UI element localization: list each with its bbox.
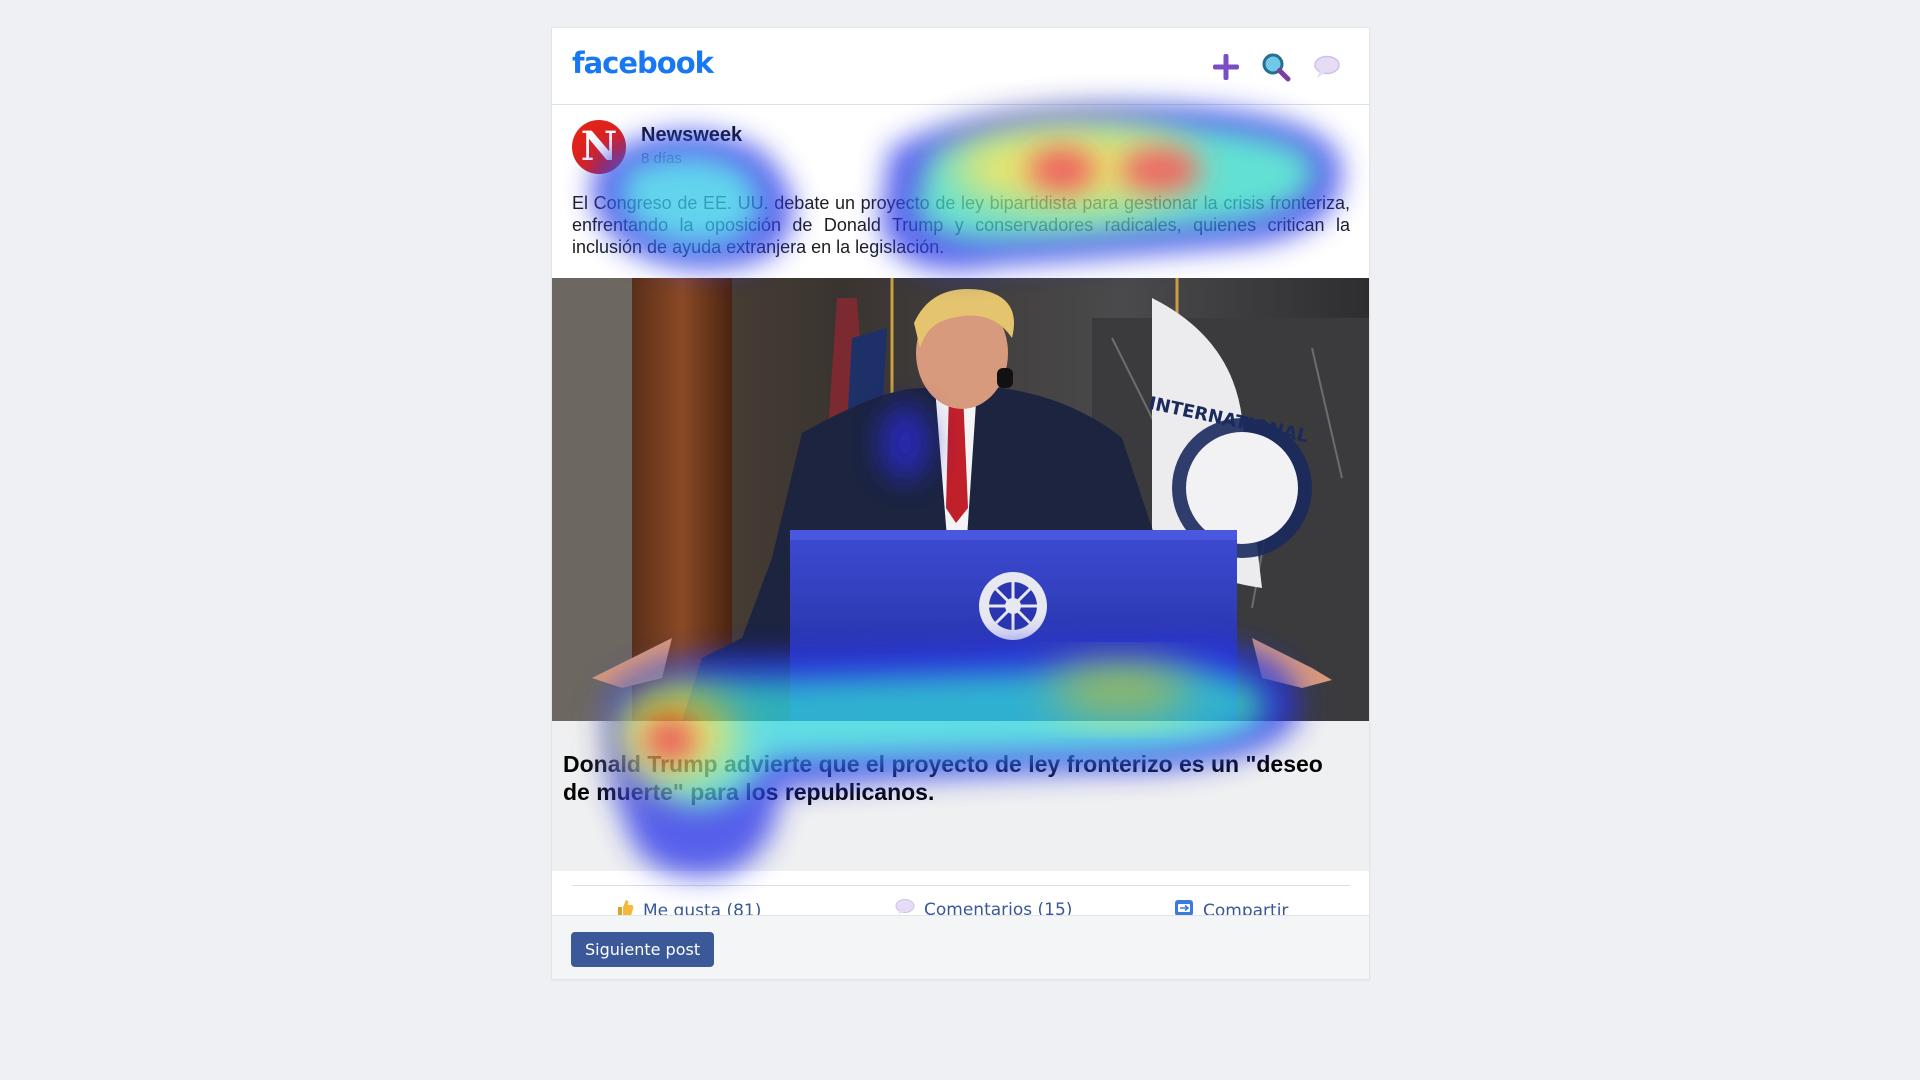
link-headline[interactable]: Donald Trump advierte que el proyecto de… [563, 750, 1323, 806]
post-card: facebook N Newsweek 8 días El Congreso d… [551, 27, 1370, 980]
post-time: 8 días [641, 150, 682, 167]
plus-icon[interactable] [1211, 52, 1241, 82]
next-post-button[interactable]: Siguiente post [571, 932, 715, 967]
post-header: N Newsweek 8 días [572, 120, 1352, 180]
post-photo[interactable]: INTERNATIONAL [552, 278, 1369, 721]
post-text: El Congreso de EE. UU. debate un proyect… [572, 193, 1350, 257]
chat-bubble-icon[interactable] [1312, 52, 1342, 82]
post-footer: Siguiente post [552, 915, 1369, 979]
avatar[interactable]: N [572, 120, 626, 174]
search-icon[interactable] [1261, 52, 1291, 82]
facebook-logo[interactable]: facebook [572, 46, 714, 80]
top-bar: facebook [552, 28, 1369, 105]
author-name[interactable]: Newsweek [641, 124, 742, 147]
link-preview[interactable]: Donald Trump advierte que el proyecto de… [552, 721, 1369, 871]
